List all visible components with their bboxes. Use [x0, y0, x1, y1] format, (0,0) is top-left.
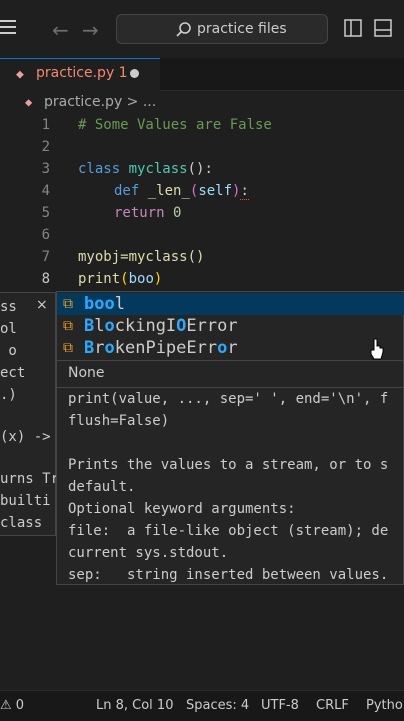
search-icon [176, 22, 191, 37]
python-file-icon: ◆ [16, 67, 24, 82]
title-bar: ← → practice files [0, 0, 404, 58]
code-line[interactable]: 5 return 0 [0, 202, 404, 224]
suggestion-label: BrokenPipeError [84, 338, 238, 358]
tab-practice-py[interactable]: ◆ practice.py 1 [0, 58, 160, 91]
warning-icon: ⚠ [0, 698, 12, 713]
breadcrumb-text[interactable]: practice.py > ... [44, 94, 156, 110]
search-text: practice files [197, 21, 287, 37]
line-number: 6 [41, 227, 50, 243]
forward-arrow-icon[interactable]: → [82, 18, 99, 42]
suggestion-details: None print(value, ..., sep=' ', end='\n'… [56, 361, 404, 585]
code-text: def _len_(self): [114, 183, 249, 200]
line-number: 2 [41, 139, 50, 155]
doc-line: Prints the values to a stream, or to s [68, 457, 389, 473]
class-symbol-icon: ⧉ [63, 296, 73, 312]
class-symbol-icon: ⧉ [63, 318, 73, 334]
python-file-icon: ◆ [25, 95, 33, 109]
command-center-search[interactable]: practice files [116, 14, 328, 44]
tab-label: practice.py 1 [36, 65, 128, 81]
status-bar: ⚠ 0 Ln 8, Col 10 Spaces: 4 UTF-8 CRLF Py… [0, 690, 404, 721]
close-icon[interactable]: × [36, 297, 48, 313]
code-line[interactable]: 4 def _len_(self): [0, 180, 404, 202]
doc-line: Optional keyword arguments: [68, 501, 296, 517]
mouse-cursor-icon [370, 338, 384, 360]
code-line[interactable]: 1 # Some Values are False [0, 114, 404, 136]
hint-text: ol [0, 321, 17, 337]
code-line[interactable]: 2 [0, 136, 404, 158]
encoding[interactable]: UTF-8 [261, 698, 299, 713]
toggle-sidebar-icon[interactable] [344, 19, 362, 37]
suggestion-list[interactable]: ⧉ bool ⧉ BlockingIOError ⧉ BrokenPipeErr… [56, 291, 404, 361]
hint-text: o [0, 343, 17, 359]
indentation[interactable]: Spaces: 4 [186, 698, 249, 713]
suggestion-label: BlockingIOError [84, 316, 238, 336]
language-mode[interactable]: Python [366, 698, 404, 713]
parameter-hint-panel: × ss ol o ect .) (x) -> urns Tr builti c… [0, 292, 60, 536]
hint-text: ect [0, 365, 26, 381]
code-text: class myclass(): [78, 161, 213, 177]
code-text: myobj=myclass() [78, 249, 205, 265]
line-number: 5 [41, 205, 50, 221]
code-line[interactable]: 7 myobj=myclass() [0, 246, 404, 268]
line-number: 4 [41, 183, 50, 199]
unsaved-dot-icon[interactable] [130, 69, 139, 78]
editor-tab-bar: ◆ practice.py 1 [0, 58, 404, 91]
hint-text: class [0, 515, 43, 531]
doc-line: flush=False) [68, 413, 170, 429]
suggestion-item-brokenpipeerror[interactable]: ⧉ BrokenPipeError [57, 337, 404, 359]
class-symbol-icon: ⧉ [63, 340, 73, 356]
suggestion-label: bool [84, 294, 125, 314]
breadcrumb[interactable]: ◆ practice.py > ... [0, 92, 404, 114]
line-number: 7 [41, 249, 50, 265]
problems-indicator[interactable]: ⚠ 0 [0, 698, 24, 713]
hint-text: (x) -> [0, 429, 51, 445]
code-text: return 0 [114, 205, 182, 221]
doc-line: sep: string inserted between values. [68, 567, 389, 583]
back-arrow-icon[interactable]: ← [52, 18, 69, 42]
code-line[interactable]: 3 class myclass(): [0, 158, 404, 180]
doc-line: file: a file-like object (stream); de [68, 523, 389, 539]
suggestion-item-blockingioerror[interactable]: ⧉ BlockingIOError [57, 315, 404, 337]
comment: # Some Values are False [78, 117, 272, 133]
menu-icon[interactable] [0, 18, 18, 36]
line-number: 3 [41, 161, 50, 177]
hint-text: ss [0, 299, 17, 315]
divider [57, 387, 404, 388]
code-text: print(boo) [78, 271, 163, 287]
problems-count: 0 [15, 698, 25, 713]
hint-text: builti [0, 493, 51, 509]
suggestion-item-bool[interactable]: ⧉ bool [57, 293, 404, 315]
hint-text: .) [0, 387, 17, 403]
doc-line: current sys.stdout. [68, 545, 229, 561]
line-number: 8 [41, 271, 50, 287]
cursor-position[interactable]: Ln 8, Col 10 [96, 698, 173, 713]
line-number: 1 [41, 117, 50, 133]
doc-line: print(value, ..., sep=' ', end='\n', f [68, 391, 389, 407]
code-line[interactable]: 6 [0, 224, 404, 246]
code-line-current[interactable]: 8 print(boo) [0, 268, 404, 290]
end-of-line[interactable]: CRLF [316, 698, 349, 713]
toggle-panel-icon[interactable] [374, 19, 392, 37]
details-type: None [68, 365, 105, 381]
doc-line: default. [68, 479, 136, 495]
hint-text: urns Tr [0, 471, 60, 487]
code-editor[interactable]: 1 # Some Values are False 2 3 class mycl… [0, 114, 404, 294]
